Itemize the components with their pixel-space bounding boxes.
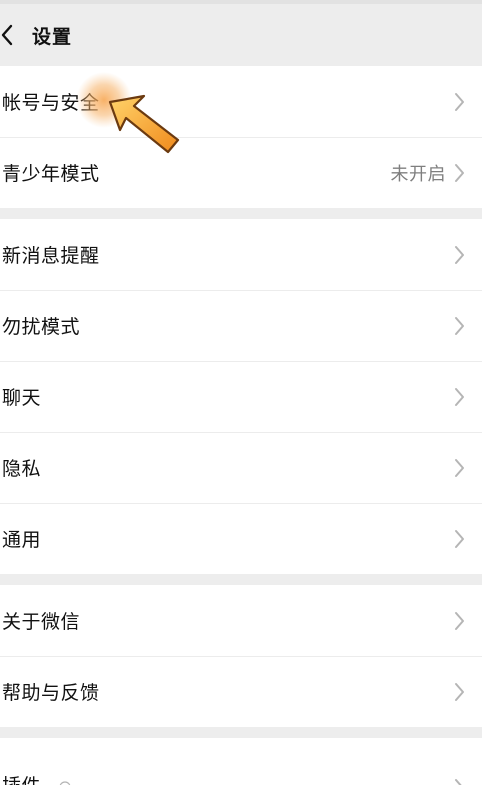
settings-item-label: 聊天 [2,387,42,409]
chevron-right-icon [454,92,466,112]
settings-group-account: 帐号与安全 青少年模式 未开启 [0,66,482,208]
settings-item-do-not-disturb[interactable]: 勿扰模式 [0,290,482,361]
settings-group-plugins: 插件 [0,738,482,785]
settings-group-about: 关于微信 帮助与反馈 [0,585,482,727]
settings-item-label: 帐号与安全 [2,92,100,114]
settings-item-about-wechat[interactable]: 关于微信 [0,585,482,656]
chevron-left-icon [1,24,13,46]
chevron-right-icon [454,611,466,631]
chevron-right-icon [454,245,466,265]
settings-item-label: 隐私 [2,458,42,480]
chevron-right-icon [454,529,466,549]
settings-item-label: 勿扰模式 [2,316,81,338]
settings-item-label: 帮助与反馈 [2,682,100,704]
settings-item-notifications[interactable]: 新消息提醒 [0,219,482,290]
group-separator [0,574,482,585]
plugin-badge-icon [58,780,72,785]
navigation-bar: 设置 [0,4,482,66]
chevron-right-icon [454,387,466,407]
settings-item-youth-mode[interactable]: 青少年模式 未开启 [0,137,482,208]
chevron-right-icon [454,778,466,785]
settings-item-label: 青少年模式 [2,163,100,185]
settings-screen: 设置 帐号与安全 青少年模式 未开启 新消息提醒 勿扰模式 聊天 隐私 通用 关… [0,0,482,785]
chevron-right-icon [454,163,466,183]
settings-item-label: 新消息提醒 [2,245,100,267]
chevron-right-icon [454,458,466,478]
settings-item-plugins[interactable]: 插件 [0,738,482,785]
group-separator [0,727,482,738]
settings-item-help-feedback[interactable]: 帮助与反馈 [0,656,482,727]
back-button[interactable] [0,4,28,66]
settings-item-label: 通用 [2,529,42,551]
settings-item-privacy[interactable]: 隐私 [0,432,482,503]
chevron-right-icon [454,682,466,702]
plugins-label-text: 插件 [2,775,41,785]
settings-item-value: 未开启 [390,163,446,185]
page-title: 设置 [32,25,73,48]
settings-item-label: 插件 [0,771,454,785]
group-separator [0,208,482,219]
settings-item-label: 关于微信 [2,611,81,633]
chevron-right-icon [454,316,466,336]
settings-item-chat[interactable]: 聊天 [0,361,482,432]
settings-item-account-security[interactable]: 帐号与安全 [0,66,482,137]
settings-group-general: 新消息提醒 勿扰模式 聊天 隐私 通用 [0,219,482,574]
settings-item-general[interactable]: 通用 [0,503,482,574]
